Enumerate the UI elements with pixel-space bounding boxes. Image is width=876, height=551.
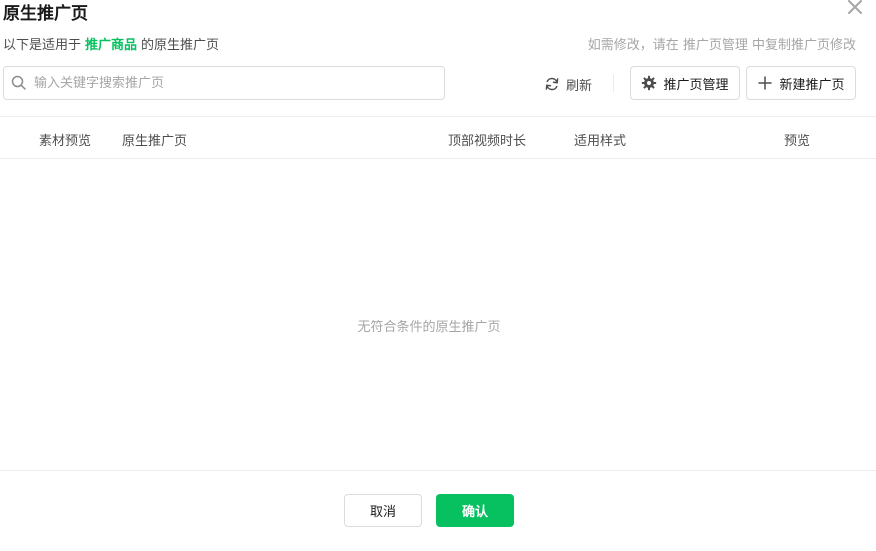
column-material-preview: 素材预览 — [39, 134, 92, 149]
column-promo-page: 原生推广页 — [122, 134, 188, 149]
table-header-divider — [0, 158, 876, 159]
plus-icon — [758, 76, 773, 90]
toolbar-divider — [613, 74, 614, 92]
table-header: 素材预览 原生推广页 顶部视频时长 适用样式 预览 — [0, 117, 876, 159]
refresh-button[interactable]: 刷新 — [544, 73, 592, 95]
new-page-button[interactable]: 新建推广页 — [746, 66, 856, 100]
search-box[interactable] — [3, 66, 445, 100]
column-style: 适用样式 — [574, 134, 627, 149]
close-icon — [848, 0, 862, 14]
refresh-label: 刷新 — [566, 78, 593, 94]
cancel-button[interactable]: 取消 — [344, 494, 422, 527]
column-preview: 预览 — [784, 134, 811, 149]
manage-pages-button[interactable]: 推广页管理 — [630, 66, 740, 100]
new-page-label: 新建推广页 — [779, 77, 845, 93]
footer-divider — [0, 470, 876, 471]
subtitle-suffix: 的原生推广页 — [141, 38, 220, 53]
promo-page-dialog: 原生推广页 以下是适用于 推广商品 的原生推广页 如需修改，请在 推广页管理 中复制… — [0, 0, 876, 551]
close-button[interactable] — [845, 0, 865, 17]
subtitle-prefix: 以下是适用于 — [3, 38, 82, 53]
empty-state: 无符合条件的原生推广页 — [357, 320, 501, 335]
subtitle-highlight: 推广商品 — [85, 38, 138, 53]
search-input[interactable] — [34, 68, 444, 98]
column-video-duration: 顶部视频时长 — [448, 134, 527, 149]
confirm-button[interactable]: 确认 — [436, 494, 514, 527]
search-icon — [4, 75, 34, 91]
dialog-subtitle: 以下是适用于 推广商品 的原生推广页 — [3, 37, 219, 55]
manage-pages-label: 推广页管理 — [663, 77, 729, 93]
gear-icon — [642, 75, 657, 91]
edit-hint: 如需修改，请在 推广页管理 中复制推广页修改 — [587, 38, 856, 53]
refresh-icon — [545, 77, 559, 91]
dialog-title: 原生推广页 — [3, 4, 88, 24]
